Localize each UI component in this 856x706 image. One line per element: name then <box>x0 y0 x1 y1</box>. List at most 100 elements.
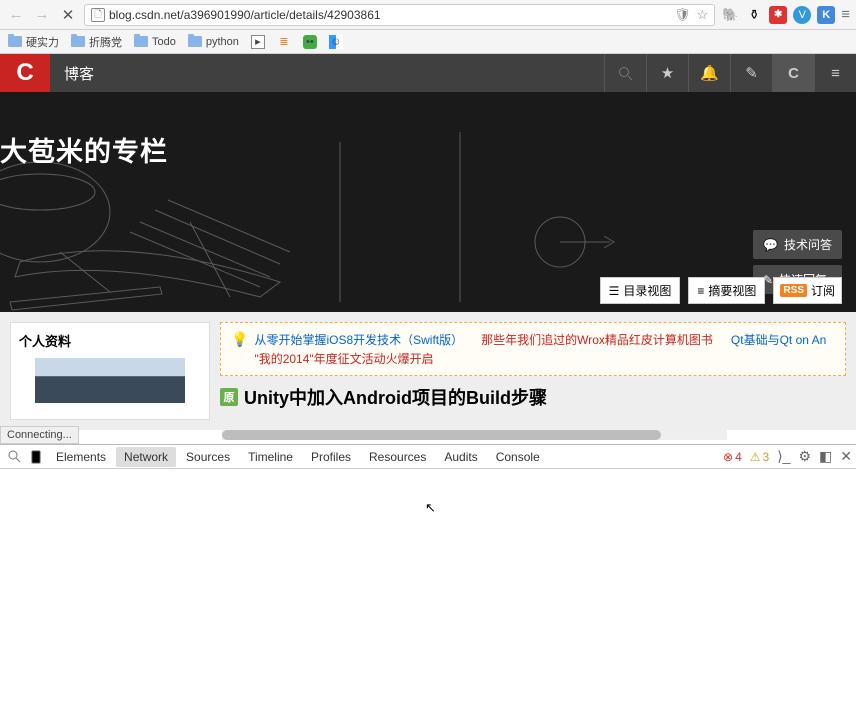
settings-icon[interactable]: ⚙ <box>798 448 811 465</box>
browser-toolbar: ← → ✕ 🗋 blog.csdn.net/a396901990/article… <box>0 0 856 30</box>
devtools-tab-timeline[interactable]: Timeline <box>240 447 301 467</box>
bookmark-item[interactable]: ≣ <box>277 35 291 49</box>
devtools-tab-console[interactable]: Console <box>488 447 548 467</box>
rss-badge: RSS <box>780 284 807 297</box>
finder-icon: ☺ <box>329 35 343 49</box>
bookmark-label: 硬实力 <box>26 34 59 50</box>
button-label: 目录视图 <box>623 282 671 299</box>
site-header: C 博客 ★ 🔔 ✎ C ≡ <box>0 54 856 92</box>
shield-icon[interactable]: 🛡 <box>674 7 691 23</box>
write-button[interactable]: ✎ <box>730 54 772 92</box>
bookmarks-bar: 硬实力 折腾党 Todo python ▸ ≣ •• ☺ <box>0 30 856 54</box>
original-badge: 原 <box>220 388 238 406</box>
list-view-button[interactable]: ☰目录视图 <box>600 277 681 304</box>
warnings-count[interactable]: ⚠3 <box>750 450 769 464</box>
summary-view-button[interactable]: ≡ 摘要视图 <box>688 277 765 304</box>
devtools-tab-resources[interactable]: Resources <box>361 447 434 467</box>
button-label: 订阅 <box>811 282 835 299</box>
blog-title: 大苞米的专栏 <box>0 130 168 169</box>
forward-button[interactable]: → <box>32 5 52 25</box>
devtools-tab-sources[interactable]: Sources <box>178 447 238 467</box>
main-content: 💡 从零开始掌握iOS8开发技术（Swift版） 那些年我们追过的Wrox精品红… <box>220 322 846 420</box>
button-label: 摘要视图 <box>708 282 756 299</box>
stop-button[interactable]: ✕ <box>58 5 78 25</box>
notice-link[interactable]: 从零开始掌握iOS8开发技术（Swift版） <box>254 331 463 348</box>
tech-qa-button[interactable]: 💬 技术问答 <box>753 230 842 259</box>
favorite-button[interactable]: ★ <box>646 54 688 92</box>
folder-icon <box>71 36 85 47</box>
csdn-nav-button[interactable]: C <box>772 54 814 92</box>
mouse-cursor: ↖ <box>425 500 436 516</box>
warning-icon: ⚠ <box>750 450 761 464</box>
drawer-toggle-icon[interactable]: ⟩_ <box>777 448 790 465</box>
scrollbar-thumb[interactable] <box>222 430 661 440</box>
bookmark-item[interactable]: ▸ <box>251 35 265 49</box>
notification-button[interactable]: 🔔 <box>688 54 730 92</box>
adblock-icon[interactable]: ✱ <box>769 6 787 24</box>
csdn-logo[interactable]: C <box>0 54 50 92</box>
evernote-icon[interactable]: 🐘 <box>721 6 739 24</box>
folder-icon <box>188 36 202 47</box>
blog-hero: 大苞米的专栏 💬技术问答 ✎快速回复 ☰目录视图 ≡摘要视图 RSS订阅 <box>0 92 856 312</box>
error-icon: ⊗ <box>723 450 733 464</box>
bookmark-item[interactable]: •• <box>303 35 317 49</box>
notice-box: 💡 从零开始掌握iOS8开发技术（Swift版） 那些年我们追过的Wrox精品红… <box>220 322 846 376</box>
dock-icon[interactable]: ◧ <box>819 448 832 465</box>
notice-link[interactable]: 那些年我们追过的Wrox精品红皮计算机图书 <box>481 331 713 348</box>
bookmark-item[interactable]: ☺ <box>329 35 343 49</box>
vimium-icon[interactable]: V <box>793 6 811 24</box>
bulb-icon: 💡 <box>231 331 248 367</box>
bookmark-folder[interactable]: Todo <box>134 36 176 48</box>
article-title[interactable]: Unity中加入Android项目的Build步骤 <box>244 384 547 410</box>
folder-icon <box>134 36 148 47</box>
bookmark-folder[interactable]: 折腾党 <box>71 34 122 50</box>
horizontal-scrollbar[interactable] <box>222 430 727 440</box>
article-title-row: 原 Unity中加入Android项目的Build步骤 <box>220 384 846 410</box>
blog-label[interactable]: 博客 <box>50 63 108 84</box>
inspect-icon[interactable] <box>4 450 24 463</box>
devtools-tabs: Elements Network Sources Timeline Profil… <box>0 445 856 469</box>
devtools-panel: Elements Network Sources Timeline Profil… <box>0 444 856 706</box>
bookmark-label: python <box>206 36 239 48</box>
profile-sidebar: 个人资料 <box>10 322 210 420</box>
errors-count[interactable]: ⊗4 <box>723 450 742 464</box>
header-actions: ★ 🔔 ✎ C ≡ <box>604 54 856 92</box>
list-icon: ☰ <box>609 284 620 298</box>
devtools-tab-elements[interactable]: Elements <box>48 447 114 467</box>
kippt-icon[interactable]: K <box>817 6 835 24</box>
profile-title: 个人资料 <box>19 331 201 350</box>
devtools-tab-audits[interactable]: Audits <box>436 447 485 467</box>
back-button[interactable]: ← <box>6 5 26 25</box>
content-area: 个人资料 💡 从零开始掌握iOS8开发技术（Swift版） 那些年我们追过的Wr… <box>0 312 856 430</box>
button-label: 技术问答 <box>784 236 832 253</box>
avatar[interactable] <box>35 358 185 403</box>
bookmark-folder[interactable]: python <box>188 36 239 48</box>
page-icon: 🗋 <box>91 8 105 22</box>
bookmark-favicon: ▸ <box>251 35 265 49</box>
notice-link[interactable]: Qt基础与Qt on An <box>731 331 826 348</box>
notice-links: 从零开始掌握iOS8开发技术（Swift版） 那些年我们追过的Wrox精品红皮计… <box>254 331 835 367</box>
devtools-tab-network[interactable]: Network <box>116 447 176 467</box>
browser-menu-icon[interactable]: ≡ <box>841 6 850 23</box>
bookmark-label: 折腾党 <box>89 34 122 50</box>
extension-icon[interactable]: ⚱ <box>745 6 763 24</box>
bookmark-folder[interactable]: 硬实力 <box>8 34 59 50</box>
url-actions: 🛡 ☆ <box>674 7 708 23</box>
search-button[interactable] <box>604 54 646 92</box>
summary-icon: ≡ <box>697 284 704 298</box>
url-bar[interactable]: 🗋 blog.csdn.net/a396901990/article/detai… <box>84 4 715 26</box>
chat-icon: 💬 <box>763 238 778 252</box>
close-devtools-icon[interactable]: ✕ <box>840 448 852 465</box>
devtools-tab-profiles[interactable]: Profiles <box>303 447 359 467</box>
notice-link[interactable]: "我的2014"年度征文活动火爆开启 <box>254 350 433 367</box>
menu-button[interactable]: ≡ <box>814 54 856 92</box>
stackoverflow-icon: ≣ <box>277 35 291 49</box>
devtools-right: ⊗4 ⚠3 ⟩_ ⚙ ◧ ✕ <box>723 448 852 465</box>
extension-icons: 🐘 ⚱ ✱ V K ≡ <box>721 6 850 24</box>
bookmark-favicon: •• <box>303 35 317 49</box>
rss-subscribe-button[interactable]: RSS 订阅 <box>773 277 842 304</box>
device-icon[interactable] <box>26 450 46 464</box>
star-bookmark-icon[interactable]: ☆ <box>697 7 709 23</box>
hero-bottom-buttons: ☰目录视图 ≡ 摘要视图 RSS 订阅 <box>600 277 842 304</box>
folder-icon <box>8 36 22 47</box>
